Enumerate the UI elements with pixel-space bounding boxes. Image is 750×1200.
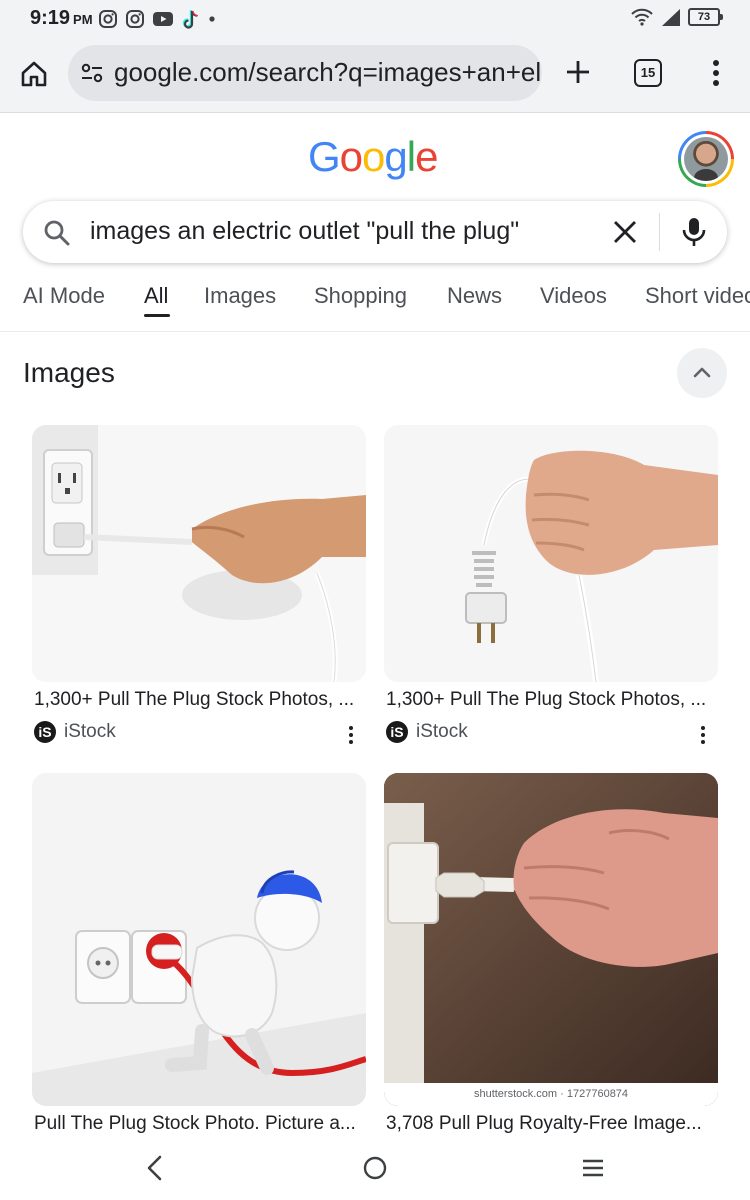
image-result[interactable]: Pull The Plug Stock Photo. Picture a... — [32, 773, 366, 1138]
pull-plug-hand-photo — [384, 773, 718, 1083]
instagram-icon — [99, 10, 117, 28]
status-time: 9:19 PM — [30, 7, 93, 30]
battery-icon: 73 — [688, 8, 723, 26]
google-logo[interactable]: Google — [308, 133, 438, 181]
image-thumbnail[interactable] — [384, 425, 718, 682]
status-time-value: 9:19 — [30, 7, 71, 29]
image-thumbnail[interactable] — [32, 773, 366, 1106]
image-thumbnail[interactable] — [32, 425, 366, 682]
image-result-title[interactable]: Pull The Plug Stock Photo. Picture a... — [34, 1113, 364, 1135]
status-bar: 9:19 PM 73 — [0, 0, 750, 36]
recents-icon[interactable] — [581, 1154, 605, 1182]
tab-all[interactable]: All — [144, 283, 168, 309]
microphone-icon[interactable] — [680, 217, 708, 247]
back-icon[interactable] — [143, 1154, 167, 1182]
logo-letter: G — [308, 133, 341, 180]
tab-ai-mode[interactable]: AI Mode — [23, 283, 105, 309]
search-divider — [659, 213, 660, 251]
image-result-source[interactable]: iS iStock — [386, 721, 468, 743]
more-vert-icon[interactable] — [698, 724, 708, 746]
tab-images[interactable]: Images — [204, 283, 276, 309]
search-box[interactable]: images an electric outlet "pull the plug… — [23, 201, 727, 263]
wifi-icon — [631, 8, 653, 26]
logo-letter: o — [339, 133, 363, 180]
istock-logo-icon: iS — [386, 721, 408, 743]
address-bar[interactable]: google.com/search?q=images+an+electric+o… — [68, 45, 542, 101]
image-watermark: shutterstock.com · 1727760874 — [384, 1083, 718, 1106]
status-system-icons: 73 — [630, 7, 723, 27]
istock-logo-icon: iS — [34, 721, 56, 743]
image-thumbnail[interactable]: shutterstock.com · 1727760874 — [384, 773, 718, 1106]
browser-toolbar: google.com/search?q=images+an+electric+o… — [0, 36, 750, 113]
chevron-up-icon — [693, 367, 711, 378]
image-result-title[interactable]: 1,300+ Pull The Plug Stock Photos, ... — [386, 689, 716, 711]
new-tab-icon[interactable] — [562, 56, 594, 88]
more-vert-icon[interactable] — [346, 724, 356, 746]
search-icon — [44, 220, 70, 246]
more-menu-icon[interactable] — [702, 56, 730, 90]
home-nav-icon[interactable] — [362, 1154, 388, 1182]
account-avatar[interactable] — [678, 131, 734, 187]
avatar-ring — [681, 134, 731, 184]
dot-icon — [209, 16, 215, 22]
collapse-button[interactable] — [677, 348, 727, 398]
logo-letter: e — [415, 133, 438, 180]
pull-plug-photo — [32, 425, 366, 682]
image-result-title[interactable]: 3,708 Pull Plug Royalty-Free Image... — [386, 1113, 716, 1135]
site-settings-icon[interactable] — [80, 62, 104, 84]
tab-videos[interactable]: Videos — [540, 283, 607, 309]
logo-letter: l — [406, 133, 416, 180]
url-text[interactable]: google.com/search?q=images+an+electric+o… — [114, 57, 540, 88]
logo-letter: o — [362, 133, 385, 180]
image-result[interactable]: shutterstock.com · 1727760874 3,708 Pull… — [384, 773, 718, 1138]
avatar-photo — [684, 137, 728, 181]
pull-plug-photo — [384, 425, 718, 682]
search-input[interactable]: images an electric outlet "pull the plug… — [90, 217, 519, 246]
tab-news[interactable]: News — [447, 283, 502, 309]
image-result-source-name: iStock — [416, 721, 468, 742]
tiktok-icon — [182, 10, 199, 29]
tab-short-videos[interactable]: Short videos — [645, 283, 750, 309]
image-result[interactable]: 1,300+ Pull The Plug Stock Photos, ... i… — [32, 425, 366, 755]
youtube-icon — [153, 12, 173, 26]
image-result-source-name: iStock — [64, 721, 116, 742]
status-app-icons — [98, 8, 216, 30]
search-tabs: AI Mode All Images Shopping News Videos … — [0, 270, 750, 332]
image-result[interactable]: 1,300+ Pull The Plug Stock Photos, ... i… — [384, 425, 718, 755]
system-nav-bar — [0, 1140, 750, 1200]
images-section-title: Images — [23, 357, 115, 388]
logo-letter: g — [384, 133, 407, 180]
tab-switcher-button[interactable]: 15 — [634, 59, 662, 87]
pull-plug-3d-figure-image — [32, 773, 366, 1106]
image-result-title[interactable]: 1,300+ Pull The Plug Stock Photos, ... — [34, 689, 364, 711]
instagram-icon — [126, 10, 144, 28]
image-result-source[interactable]: iS iStock — [34, 721, 116, 743]
signal-icon — [662, 9, 680, 26]
status-time-ampm: PM — [73, 12, 93, 27]
close-icon[interactable] — [612, 219, 638, 245]
active-tab-indicator — [144, 314, 170, 317]
tab-shopping[interactable]: Shopping — [314, 283, 407, 309]
home-icon[interactable] — [18, 58, 50, 90]
